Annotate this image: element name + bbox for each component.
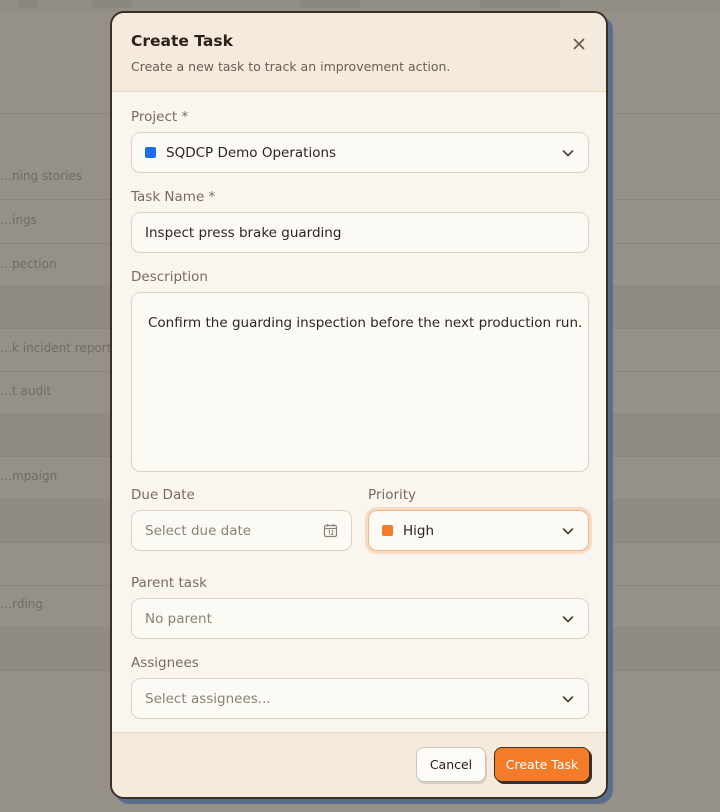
assignees-label: Assignees xyxy=(131,655,199,671)
description-value: Confirm the guarding inspection before t… xyxy=(148,315,583,331)
description-textarea[interactable]: Confirm the guarding inspection before t… xyxy=(131,292,589,472)
priority-select[interactable]: High xyxy=(368,510,589,551)
dialog-header: Create Task Create a new task to track a… xyxy=(112,13,606,92)
assignees-placeholder: Select assignees... xyxy=(145,691,271,707)
create-task-button[interactable]: Create Task xyxy=(494,747,590,782)
due-date-label: Due Date xyxy=(131,487,195,503)
task-name-label: Task Name * xyxy=(131,189,216,205)
due-date-picker[interactable]: Select due date xyxy=(131,510,352,551)
project-color-swatch xyxy=(145,147,156,158)
dialog-footer: Cancel Create Task xyxy=(112,732,606,797)
parent-task-value: No parent xyxy=(145,611,212,627)
dialog-title: Create Task xyxy=(131,32,233,50)
description-label: Description xyxy=(131,269,208,285)
project-select[interactable]: SQDCP Demo Operations xyxy=(131,132,589,173)
priority-label: Priority xyxy=(368,487,417,503)
parent-task-select[interactable]: No parent xyxy=(131,598,589,639)
close-icon[interactable] xyxy=(570,35,588,53)
chevron-down-icon xyxy=(562,616,574,623)
chevron-down-icon xyxy=(562,528,574,535)
create-task-dialog: Create Task Create a new task to track a… xyxy=(110,11,608,799)
parent-task-label: Parent task xyxy=(131,575,207,591)
calendar-icon[interactable] xyxy=(323,523,338,538)
priority-select-value: High xyxy=(403,523,435,539)
chevron-down-icon xyxy=(562,696,574,703)
project-select-value: SQDCP Demo Operations xyxy=(166,145,337,161)
priority-color-swatch xyxy=(382,525,393,536)
cancel-button[interactable]: Cancel xyxy=(416,747,486,782)
task-name-input[interactable]: Inspect press brake guarding xyxy=(131,212,589,253)
assignees-select[interactable]: Select assignees... xyxy=(131,678,589,719)
dialog-subtitle: Create a new task to track an improvemen… xyxy=(131,59,451,74)
chevron-down-icon xyxy=(562,150,574,157)
project-label: Project * xyxy=(131,109,189,125)
task-name-value: Inspect press brake guarding xyxy=(145,225,342,241)
due-date-placeholder: Select due date xyxy=(145,523,252,539)
